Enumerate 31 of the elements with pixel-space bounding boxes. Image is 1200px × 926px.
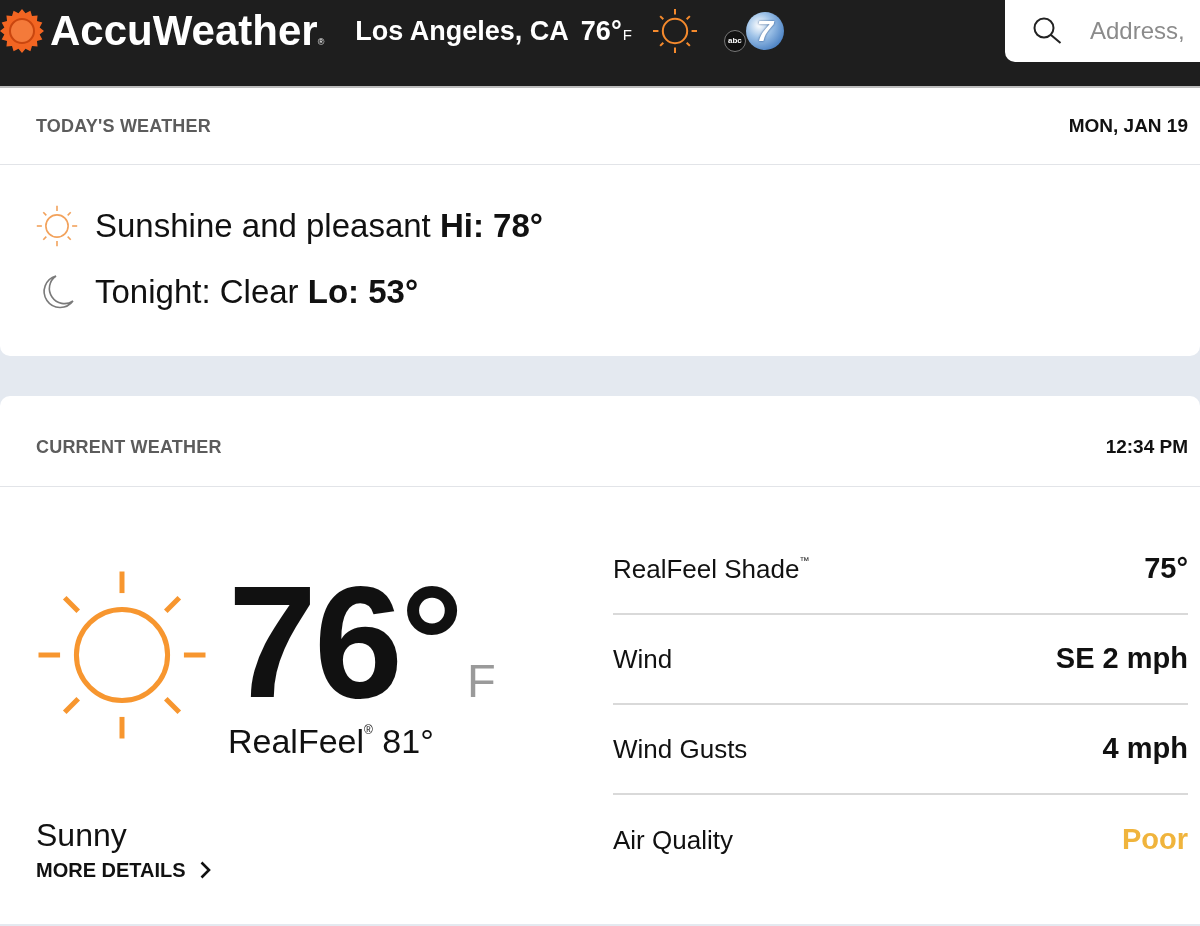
unit-text: F (622, 24, 632, 45)
search-field[interactable]: Address, (1005, 0, 1200, 62)
section-title: TODAY'S WEATHER (36, 114, 211, 138)
sun-icon (36, 569, 208, 741)
detail-label: Wind Gusts (613, 732, 748, 766)
detail-label: Air Quality (613, 823, 733, 857)
detail-label: Wind (613, 642, 673, 676)
location-link[interactable]: Los Angeles, CA (355, 10, 569, 52)
unit-text: F (466, 657, 496, 704)
chevron-right-icon (199, 861, 211, 880)
detail-value: 75° (1144, 551, 1188, 587)
detail-value: SE 2 mph (1055, 641, 1188, 677)
time-text: 12:34 PM (1105, 434, 1188, 459)
section-title: CURRENT WEATHER (36, 435, 222, 459)
temperature-text: 76° (580, 14, 622, 48)
temperature-text: 76° (228, 562, 461, 722)
sun-logo-icon (0, 9, 44, 53)
forecast-text: Tonight: Clear Lo: 53° (95, 272, 419, 313)
more-details-link[interactable]: MORE DETAILS (36, 858, 211, 883)
sun-icon (36, 205, 78, 247)
detail-value: 4 mph (1102, 731, 1188, 767)
channel-logo: 7 (745, 12, 784, 50)
search-icon (1033, 17, 1062, 44)
detail-label: RealFeel Shade$^{™}$ (613, 552, 810, 586)
condition-text: Sunny (36, 816, 127, 855)
forecast-text: Sunshine and pleasant Hi: 78° (95, 206, 543, 247)
sun-icon (651, 8, 698, 54)
detail-value: Poor (1121, 822, 1188, 858)
date-text: MON, JAN 19 (1068, 113, 1188, 138)
realfeel-text: RealFeel$^{®}$ 81° (228, 722, 435, 762)
network-logo: abc (723, 30, 746, 52)
